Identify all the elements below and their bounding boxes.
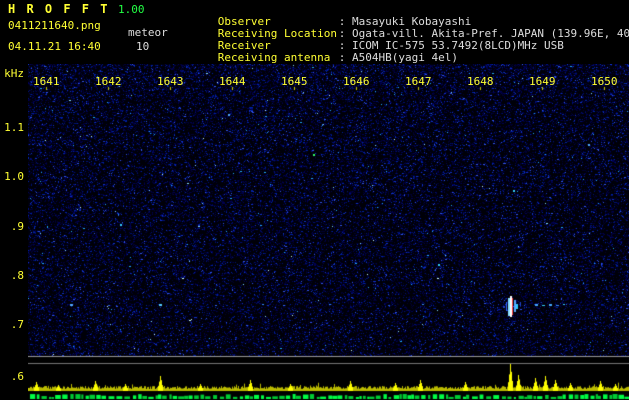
time-tick-1645: 1645 <box>281 75 308 88</box>
freq-tick-0-6: .6 <box>10 370 24 383</box>
mode-label: meteor <box>128 26 168 39</box>
freq-tick-1-1: 1.1 <box>4 121 24 134</box>
time-tick-1644: 1644 <box>219 75 246 88</box>
plot-canvas <box>28 64 629 400</box>
app-version: 1.00 <box>118 3 145 16</box>
info-value: A504HB(yagi 4el) <box>352 51 458 64</box>
record-datetime: 04.11.21 16:40 <box>8 40 101 53</box>
time-tick-1647: 1647 <box>405 75 432 88</box>
station-info: Observer: Masayuki Kobayashi Receiving L… <box>178 4 629 64</box>
app-title: H R O F F T <box>8 2 110 16</box>
info-separator: : <box>338 51 352 64</box>
freq-axis-unit: kHz <box>4 67 24 80</box>
time-tick-1648: 1648 <box>467 75 494 88</box>
freq-tick-0-8: .8 <box>10 269 24 282</box>
freq-tick-0-7: .7 <box>10 318 24 331</box>
info-row-observer: Observer: Masayuki Kobayashi <box>178 4 629 28</box>
time-tick-1643: 1643 <box>157 75 184 88</box>
level-value: 10 <box>136 40 150 53</box>
output-filename: 0411211640.png <box>8 19 101 32</box>
time-tick-1641: 1641 <box>33 75 60 88</box>
freq-tick-1-0: 1.0 <box>4 170 24 183</box>
freq-tick-0-9: .9 <box>10 220 24 233</box>
time-tick-1649: 1649 <box>529 75 556 88</box>
time-tick-1646: 1646 <box>343 75 370 88</box>
time-tick-1650: 1650 <box>591 75 618 88</box>
info-label: Receiving antenna <box>217 51 331 64</box>
hrofft-screen: H R O F F T 1.00 0411211640.png meteor 0… <box>0 0 629 400</box>
time-tick-1642: 1642 <box>95 75 122 88</box>
